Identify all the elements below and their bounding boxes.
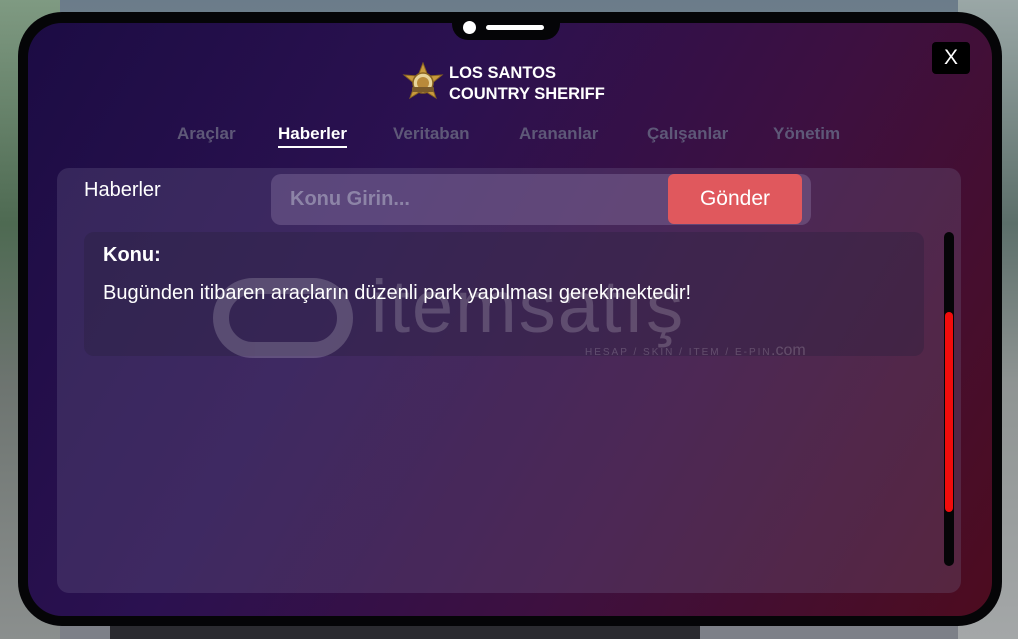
- sheriff-logo: LOS SANTOS COUNTRY SHERIFF: [401, 60, 641, 108]
- scrollbar[interactable]: [944, 232, 954, 566]
- tablet-notch: [452, 14, 560, 40]
- sheriff-badge-icon: [402, 62, 444, 100]
- tab-araclar[interactable]: Araçlar: [177, 124, 236, 144]
- send-button[interactable]: Gönder: [668, 174, 802, 224]
- logo-line-1: LOS SANTOS: [449, 64, 556, 82]
- close-button[interactable]: X: [932, 42, 970, 74]
- tab-yonetim[interactable]: Yönetim: [773, 124, 840, 144]
- logo-title: LOS SANTOS COUNTRY SHERIFF: [449, 63, 605, 105]
- panel-title: Haberler: [84, 179, 161, 201]
- tab-haberler[interactable]: Haberler: [278, 124, 347, 148]
- tab-calisanlar[interactable]: Çalışanlar: [647, 124, 728, 144]
- camera-dot-icon: [463, 21, 476, 34]
- scrollbar-thumb[interactable]: [945, 312, 953, 512]
- tab-arananlar[interactable]: Arananlar: [519, 124, 598, 144]
- news-list: Konu: Bugünden itibaren araçların düzenl…: [84, 232, 924, 356]
- news-subject-label: Konu:: [103, 244, 161, 266]
- main-tabs: Araçlar Haberler Veritaban Arananlar Çal…: [150, 124, 870, 154]
- tab-veritaban[interactable]: Veritaban: [393, 124, 470, 144]
- news-item: Konu: Bugünden itibaren araçların düzenl…: [84, 232, 924, 356]
- news-subject-text: Bugünden itibaren araçların düzenli park…: [103, 282, 692, 304]
- speaker-bar: [486, 25, 544, 30]
- logo-line-2: COUNTRY SHERIFF: [449, 85, 605, 103]
- news-panel: Haberler Gönder Konu: Bugünden itibaren …: [57, 168, 961, 593]
